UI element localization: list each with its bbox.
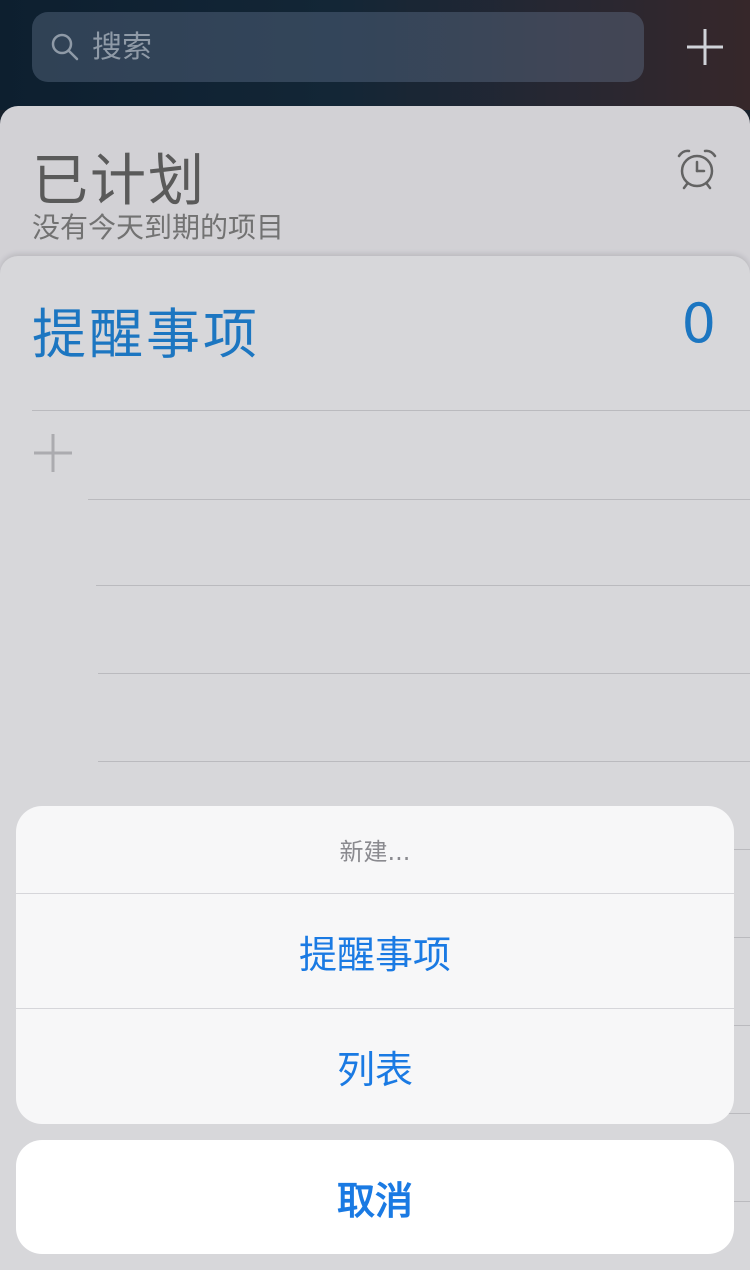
- cancel-sheet: 取消: [16, 1140, 734, 1254]
- cancel-button[interactable]: 取消: [16, 1140, 734, 1254]
- action-sheet: 新建... 提醒事项 列表: [16, 806, 734, 1124]
- reminders-app-screen: 已计划 没有今天到期的项目 提醒事项 0 新建...: [0, 0, 750, 1270]
- new-reminder-button[interactable]: 提醒事项: [16, 894, 734, 1009]
- action-sheet-title: 新建...: [16, 806, 734, 894]
- new-list-button[interactable]: 列表: [16, 1009, 734, 1124]
